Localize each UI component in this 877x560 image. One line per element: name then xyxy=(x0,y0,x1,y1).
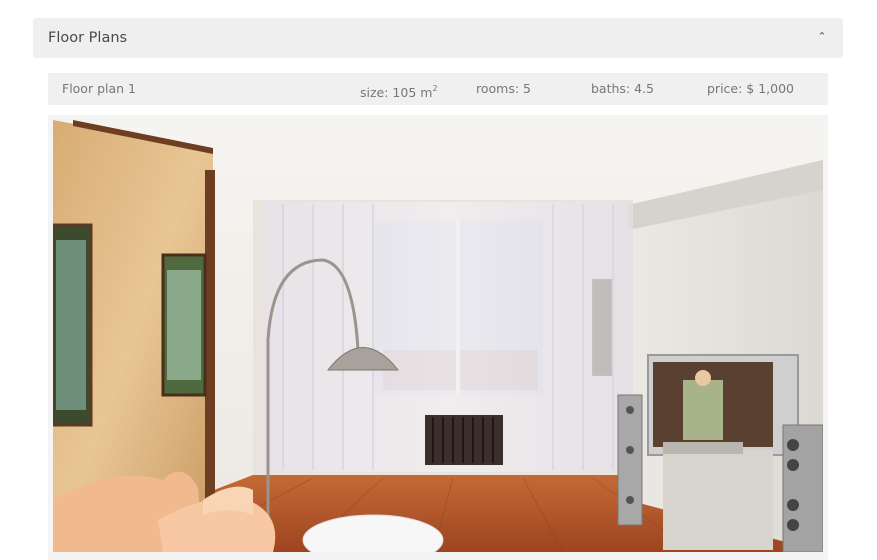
living-room-photo xyxy=(53,120,823,552)
chevron-up-icon[interactable]: ⌃ xyxy=(815,30,829,44)
living-room-illustration xyxy=(53,120,823,552)
accordion-title: Floor Plans xyxy=(48,30,128,46)
floor-plan-size: size: 105 m2 xyxy=(360,73,438,109)
floor-plan-price: price: $ 1,000 xyxy=(707,81,795,96)
floor-plan-image-frame xyxy=(48,115,828,560)
floor-plan-size-unit: 2 xyxy=(432,84,438,93)
floor-plan-row[interactable]: Floor plan 1 size: 105 m2 rooms: 5 baths… xyxy=(48,73,828,105)
floor-plans-accordion-header[interactable]: Floor Plans ⌃ xyxy=(33,18,843,58)
floor-plan-size-text: size: 105 m xyxy=(360,85,433,100)
floor-plan-name: Floor plan 1 xyxy=(62,81,136,96)
floor-plan-rooms: rooms: 5 xyxy=(476,81,531,96)
floor-plan-baths: baths: 4.5 xyxy=(591,81,654,96)
